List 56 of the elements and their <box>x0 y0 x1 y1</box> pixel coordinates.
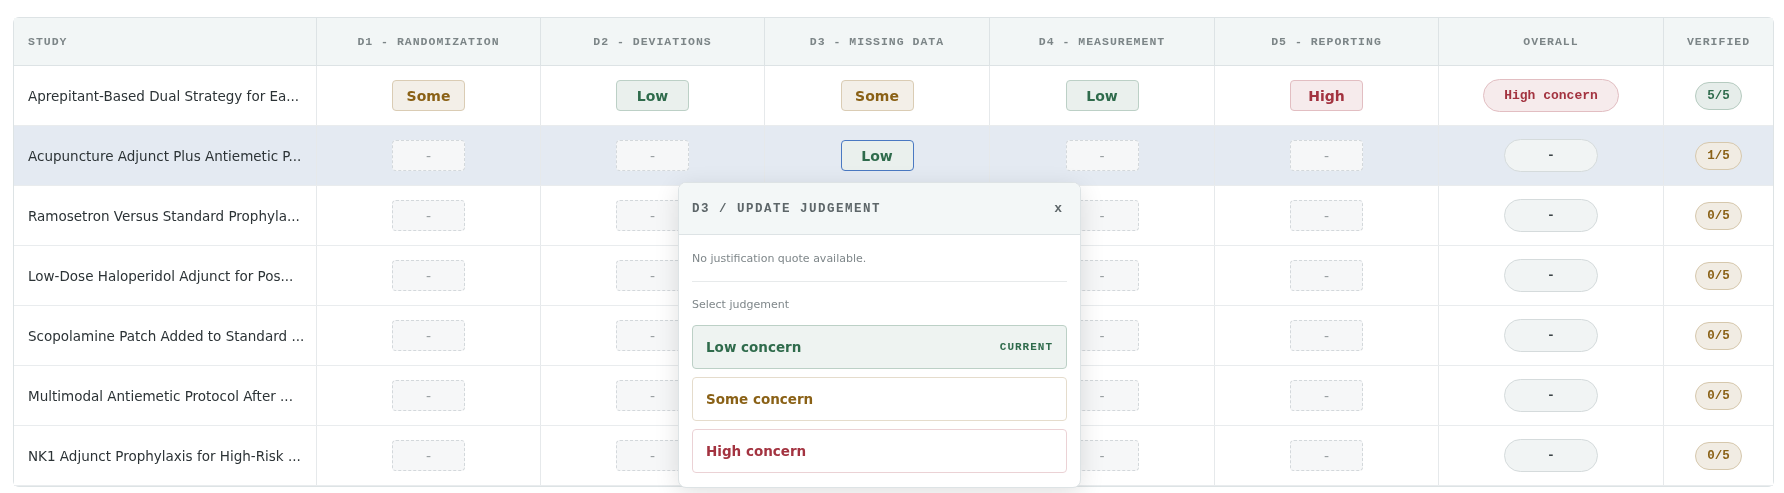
verified-count: 0/5 <box>1695 201 1742 230</box>
judgement-badge[interactable]: - <box>392 200 465 231</box>
justification-note: No justification quote available. <box>692 252 868 265</box>
judgement-badge[interactable]: - <box>1290 320 1363 351</box>
judgement-badge[interactable]: - <box>1290 380 1363 411</box>
study-cell[interactable]: Low-Dose Haloperidol Adjunct for Pos... <box>14 246 317 305</box>
judgement-badge[interactable]: Low <box>840 140 914 171</box>
verified-count: 1/5 <box>1695 141 1742 170</box>
judgement-badge[interactable]: Low <box>1065 80 1139 111</box>
judgement-badge[interactable]: Low <box>616 80 689 111</box>
judgement-option[interactable]: High concern <box>692 429 1067 473</box>
column-header: D5 - REPORTING <box>1271 35 1382 48</box>
study-cell[interactable]: Ramosetron Versus Standard Prophyla... <box>14 186 317 245</box>
judgement-badge[interactable]: - <box>1290 260 1363 291</box>
judgement-badge[interactable]: - <box>392 260 465 291</box>
column-header: STUDY <box>28 35 68 48</box>
study-cell[interactable]: Scopolamine Patch Added to Standard ... <box>14 306 317 365</box>
column-header: VERIFIED <box>1686 35 1751 48</box>
verified-count: 0/5 <box>1695 381 1742 410</box>
judgement-badge[interactable]: Some <box>840 80 914 111</box>
column-header: D2 - DEVIATIONS <box>593 35 712 48</box>
judgement-badge[interactable]: - <box>392 320 465 351</box>
judgement-option[interactable]: Some concern <box>692 377 1067 421</box>
study-cell[interactable]: Acupuncture Adjunct Plus Antiemetic P... <box>14 126 317 185</box>
verified-count: 5/5 <box>1695 81 1742 110</box>
judgement-badge[interactable]: - <box>392 380 465 411</box>
judgement-badge[interactable]: - <box>1290 440 1363 471</box>
overall-pill[interactable]: - <box>1504 379 1598 412</box>
verified-count: 0/5 <box>1695 261 1742 290</box>
column-header: OVERALL <box>1523 35 1579 48</box>
overall-pill[interactable]: - <box>1504 139 1598 172</box>
popover-title: D3 / UPDATE JUDGEMENT <box>692 201 882 216</box>
column-header: D4 - MEASUREMENT <box>1038 35 1166 48</box>
study-cell[interactable]: Aprepitant-Based Dual Strategy for Ea... <box>14 66 317 125</box>
judgement-badge[interactable]: Some <box>392 80 465 111</box>
column-header: D3 - MISSING DATA <box>809 35 945 48</box>
judgement-badge[interactable]: - <box>1290 200 1363 231</box>
judgement-badge[interactable]: - <box>392 440 465 471</box>
judgement-badge[interactable]: - <box>1290 140 1363 171</box>
select-label: Select judgement <box>692 298 790 311</box>
verified-count: 0/5 <box>1695 441 1742 470</box>
close-button[interactable]: x <box>1050 199 1066 218</box>
study-cell[interactable]: Multimodal Antiemetic Protocol After ... <box>14 366 317 425</box>
judgement-badge[interactable]: - <box>1065 140 1139 171</box>
overall-pill[interactable]: High concern <box>1483 79 1619 112</box>
overall-pill[interactable]: - <box>1504 319 1598 352</box>
verified-count: 0/5 <box>1695 321 1742 350</box>
overall-pill[interactable]: - <box>1504 199 1598 232</box>
judgement-option[interactable]: Low concern CURRENT <box>692 325 1067 369</box>
study-cell[interactable]: NK1 Adjunct Prophylaxis for High-Risk ... <box>14 426 317 485</box>
overall-pill[interactable]: - <box>1504 439 1598 472</box>
judgement-badge[interactable]: High <box>1290 80 1363 111</box>
judgement-badge[interactable]: - <box>392 140 465 171</box>
column-header: D1 - RANDOMIZATION <box>357 35 500 48</box>
judgement-badge[interactable]: - <box>616 140 689 171</box>
overall-pill[interactable]: - <box>1504 259 1598 292</box>
